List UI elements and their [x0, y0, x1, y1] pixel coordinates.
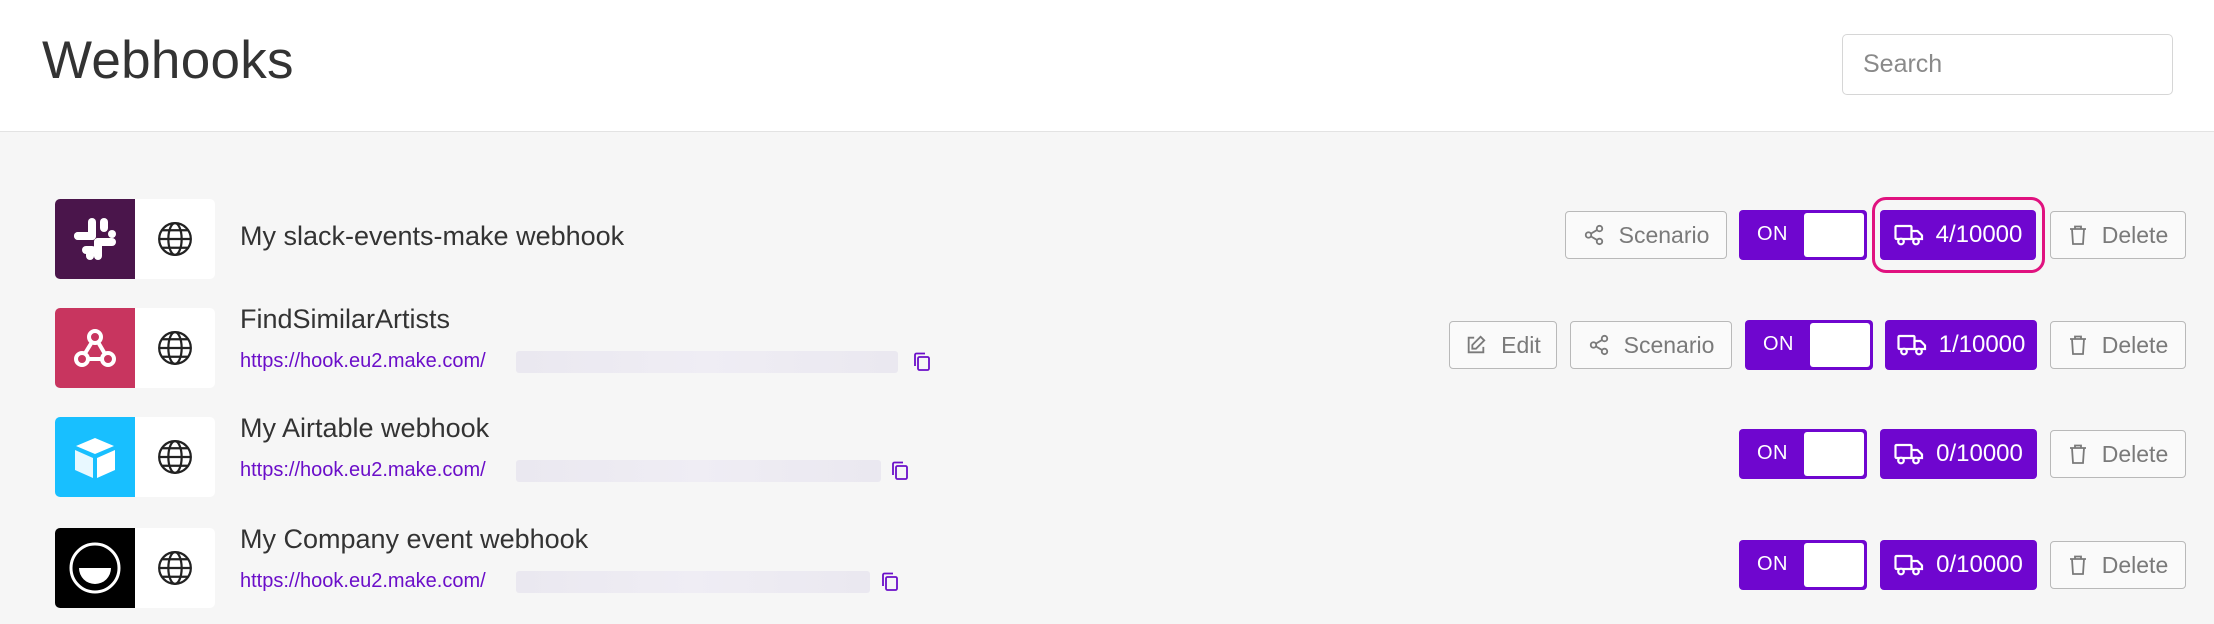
- webhook-name[interactable]: My Airtable webhook: [240, 413, 489, 444]
- delete-label: Delete: [2101, 331, 2169, 358]
- operations-button[interactable]: 0/10000: [1880, 429, 2037, 479]
- redacted-url: [516, 460, 881, 482]
- redacted-url: [516, 351, 898, 373]
- enable-toggle[interactable]: ON: [1739, 540, 1867, 590]
- operations-button[interactable]: 4/10000: [1880, 210, 2036, 260]
- globe-icon-box: [135, 528, 215, 608]
- webhook-icon: [74, 329, 116, 367]
- globe-icon-box: [135, 199, 215, 279]
- truck-icon: [1897, 334, 1926, 356]
- toggle-knob: [1804, 432, 1864, 476]
- globe-icon: [158, 551, 192, 585]
- trash-icon: [2069, 555, 2086, 575]
- enable-toggle[interactable]: ON: [1739, 210, 1867, 260]
- trash-icon: [2069, 335, 2086, 355]
- webhooks-logo: [55, 308, 135, 388]
- copy-icon[interactable]: [912, 351, 932, 373]
- webhook-name[interactable]: My Company event webhook: [240, 524, 588, 555]
- webhook-name[interactable]: FindSimilarArtists: [240, 304, 450, 335]
- edit-button[interactable]: Edit: [1449, 321, 1557, 369]
- webhook-url[interactable]: https://hook.eu2.make.com/: [240, 570, 486, 593]
- scenario-label: Scenario: [1623, 331, 1715, 358]
- slack-logo: [55, 199, 135, 279]
- webhook-row: FindSimilarArtists https://hook.eu2.make…: [0, 296, 2214, 392]
- delete-label: Delete: [2101, 440, 2169, 467]
- page-title: Webhooks: [42, 31, 294, 90]
- slack-icon: [74, 218, 116, 260]
- toggle-label: ON: [1757, 442, 1788, 464]
- delete-button[interactable]: Delete: [2050, 541, 2186, 589]
- webhook-url[interactable]: https://hook.eu2.make.com/: [240, 350, 486, 373]
- scenario-label: Scenario: [1618, 221, 1710, 248]
- share-icon: [1589, 334, 1608, 356]
- webhook-row: My Airtable webhook https://hook.eu2.mak…: [0, 405, 2214, 501]
- company-logo: [55, 528, 135, 608]
- toggle-label: ON: [1757, 223, 1788, 245]
- delete-button[interactable]: Delete: [2050, 430, 2186, 478]
- delete-button[interactable]: Delete: [2050, 321, 2186, 369]
- scenario-button[interactable]: Scenario: [1570, 321, 1732, 369]
- globe-icon-box: [135, 417, 215, 497]
- toggle-label: ON: [1757, 553, 1788, 575]
- enable-toggle[interactable]: ON: [1745, 320, 1873, 370]
- globe-icon: [158, 222, 192, 256]
- edit-label: Edit: [1501, 331, 1541, 358]
- toggle-knob: [1804, 543, 1864, 587]
- delete-button[interactable]: Delete: [2050, 211, 2186, 259]
- webhook-row: My Company event webhook https://hook.eu…: [0, 516, 2214, 612]
- truck-icon: [1894, 554, 1924, 576]
- toggle-knob: [1810, 323, 1870, 367]
- company-icon: [69, 542, 121, 594]
- webhook-row: My slack-events-make webhook Scenario ON…: [0, 187, 2214, 283]
- delete-label: Delete: [2101, 221, 2169, 248]
- airtable-icon: [75, 438, 115, 478]
- globe-icon: [158, 331, 192, 365]
- operations-count: 0/10000: [1936, 551, 2023, 578]
- globe-icon: [158, 440, 192, 474]
- globe-icon-box: [135, 308, 215, 388]
- operations-count: 1/10000: [1938, 331, 2026, 358]
- trash-icon: [2069, 444, 2086, 464]
- copy-icon[interactable]: [880, 571, 900, 593]
- toggle-label: ON: [1763, 333, 1794, 355]
- truck-icon: [1894, 443, 1924, 465]
- operations-count: 4/10000: [1935, 221, 2023, 248]
- operations-button[interactable]: 0/10000: [1880, 540, 2037, 590]
- airtable-logo: [55, 417, 135, 497]
- truck-icon: [1894, 224, 1923, 246]
- webhook-name[interactable]: My slack-events-make webhook: [240, 221, 624, 252]
- copy-icon[interactable]: [890, 460, 910, 482]
- toggle-knob: [1804, 213, 1864, 257]
- webhook-url[interactable]: https://hook.eu2.make.com/: [240, 459, 486, 482]
- share-icon: [1584, 224, 1603, 246]
- scenario-button[interactable]: Scenario: [1565, 211, 1727, 259]
- page-header: Webhooks: [0, 0, 2214, 132]
- delete-label: Delete: [2101, 551, 2169, 578]
- redacted-url: [516, 571, 870, 593]
- operations-count: 0/10000: [1936, 440, 2023, 467]
- operations-button[interactable]: 1/10000: [1885, 320, 2037, 370]
- edit-icon: [1467, 335, 1486, 354]
- search-input[interactable]: [1842, 34, 2173, 95]
- enable-toggle[interactable]: ON: [1739, 429, 1867, 479]
- trash-icon: [2069, 225, 2086, 245]
